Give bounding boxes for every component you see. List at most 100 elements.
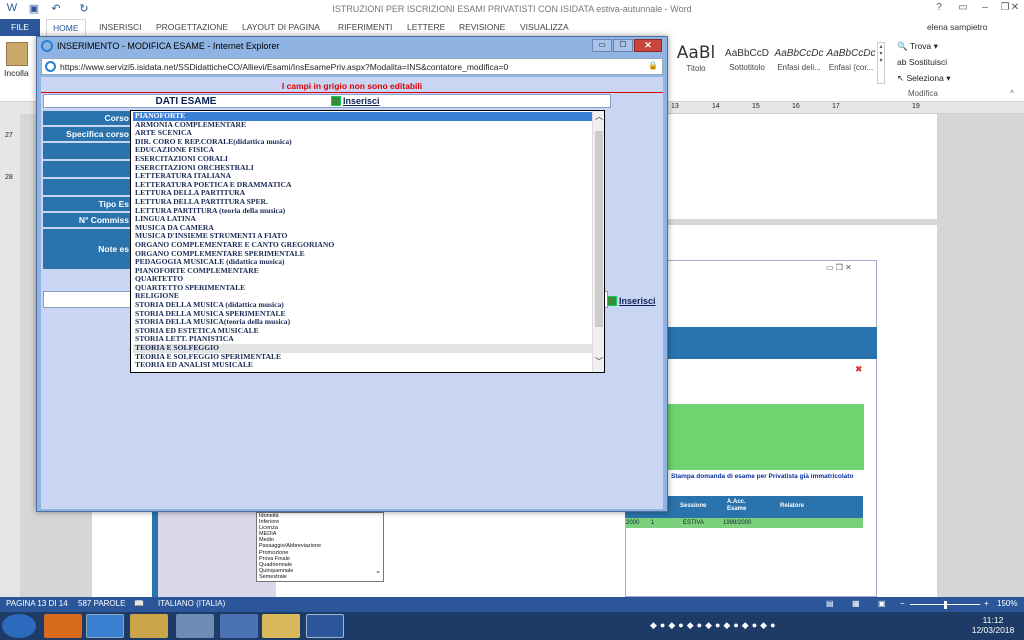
replace-label: Sostituisci [908,57,948,67]
tab-progettazione[interactable]: PROGETTAZIONE [156,22,228,32]
close-icon[interactable]: ✕ [1006,2,1024,16]
scroll-up-icon[interactable]: ︿ [595,113,603,121]
corso-dropdown-list[interactable]: PIANOFORTE ARMONIA COMPLEMENTARE ARTE SCEN… [130,110,605,373]
tab-lettere[interactable]: LETTERE [407,22,445,32]
lock-icon: 🔒 [648,61,658,70]
select-label: Seleziona [906,73,944,83]
style-titolo[interactable]: AaBl Titolo [672,42,720,86]
tab-file[interactable]: FILE [0,19,40,36]
chevron-down-icon: ⌄ [375,568,381,575]
clock-date: 12/03/2018 [971,625,1015,635]
language[interactable]: ITALIANO (ITALIA) [158,599,225,608]
ie-maximize-icon[interactable]: ☐ [613,39,633,52]
styles-scroll[interactable]: ▴ ▾ ▾ [877,42,885,84]
embedded-window-controls: ▭ ❐ ✕ [826,263,852,272]
group-modifica: Modifica [908,89,938,98]
find-button[interactable]: 🔍 Trova ▾ [897,41,938,52]
tab-layout[interactable]: LAYOUT DI PAGINA [242,22,320,32]
paste-label[interactable]: Incolla [4,68,29,78]
insert-label: Inserisci [343,96,380,106]
tab-visualizza[interactable]: VISUALIZZA [520,22,569,32]
replace-button[interactable]: ab Sostituisci [897,57,947,67]
tab-revisione[interactable]: REVISIONE [459,22,505,32]
tab-inserisci[interactable]: INSERISCI [99,22,142,32]
start-button[interactable] [2,614,36,638]
label-specifica-corso: Specifica corso [43,127,133,141]
replace-icon: ab [897,57,907,67]
style-sottotitolo[interactable]: AaBbCcD Sottotitolo [722,42,772,86]
select-icon: ↖ [897,73,905,83]
zoom-out-icon[interactable]: − [900,599,905,608]
tab-riferimenti[interactable]: RIFERIMENTI [338,22,392,32]
zoom-in-icon[interactable]: + [984,599,989,608]
minimize-icon[interactable]: – [974,2,996,16]
find-label: Trova [909,41,932,51]
collapse-ribbon-icon[interactable]: ^ [1010,89,1014,98]
print-layout-icon[interactable]: ▦ [852,599,860,608]
system-tray-icons[interactable]: ◆●◆●◆●◆●◆●◆●◆● [650,620,950,632]
ie-address-bar[interactable]: https://www.servizi5.isidata.net/SSDidat… [41,58,663,75]
folder-icon[interactable] [262,614,300,638]
non-editable-note: I campi in grigio non sono editabili [281,81,423,91]
embedded-list: Idoneità Inferiore Licenza MEDIA Medio P… [256,512,384,582]
embedded-list-item: Semestrale [259,573,287,580]
find-icon: 🔍 [897,41,908,51]
dropdown-option[interactable]: QUARTETTO SPERIMENTALE [133,283,593,293]
select-button[interactable]: ↖ Seleziona ▾ [897,73,950,84]
dropdown-option[interactable]: TEORIA ED ANALISI MUSICALE [133,361,593,370]
ribbon-options-icon[interactable]: ▭ [952,2,974,16]
read-mode-icon[interactable]: ▤ [826,599,834,608]
label-corso: Corso [43,111,133,125]
insert-button-bottom[interactable]: Inserisci [607,296,656,306]
ruler-mark: 16 [792,103,800,110]
web-layout-icon[interactable]: ▣ [878,599,886,608]
ie-url[interactable]: https://www.servizi5.isidata.net/SSDidat… [60,62,508,72]
dropdown-option[interactable]: LETTURA PARTITURA (teoria della musica) [133,206,593,216]
dati-esame-title: DATI ESAME [155,96,217,107]
word-taskbar-icon[interactable] [306,614,344,638]
proofing-icon[interactable]: 📖 [134,599,144,608]
ie-minimize-icon[interactable]: ▭ [592,39,612,52]
word-title-bar: W ▣ ↶ ↻ ISTRUZIONI PER ISCRIZIONI ESAMI … [0,0,1024,19]
help-icon[interactable]: ? [928,2,950,16]
label-blank [43,143,133,159]
embedded-cell: 1999/2000 [723,520,752,526]
label-n-commissione: N° Commiss [43,213,133,227]
status-bar: PAGINA 13 DI 14 587 PAROLE 📖 ITALIANO (I… [0,597,1024,612]
insert-button[interactable]: Inserisci [331,96,380,106]
label-tipo-esame: Tipo Es [43,197,133,211]
insert-icon [331,96,341,106]
insert-icon [607,296,617,306]
style-enfasi-delicata[interactable]: AaBbCcDc Enfasi deli... [774,42,824,86]
user-name[interactable]: elena sampietro [927,22,987,32]
embedded-close-icon: ✖ [855,364,863,374]
media-player-icon[interactable] [44,614,82,638]
style-enfasi-corsivo[interactable]: AaBbCcDc Enfasi (cor... [826,42,876,86]
network-app-icon[interactable] [220,614,258,638]
clock[interactable]: 11:12 12/03/2018 [968,615,1018,635]
zoom-level[interactable]: 150% [997,599,1017,608]
paste-icon[interactable] [6,42,28,66]
ie-close-icon[interactable]: ✕ [634,39,662,52]
dropdown-option[interactable]: ARMONIA COMPLEMENTARE [133,120,593,130]
embedded-table-row: 2000 1 ESTIVA 1999/2000 [625,518,863,528]
embedded-cell: 1 [651,520,655,526]
zoom-slider-thumb[interactable] [944,601,947,609]
ie-title-bar[interactable]: INSERIMENTO - MODIFICA ESAME - Internet … [37,37,667,57]
scrollbar-thumb[interactable] [595,131,603,327]
internet-explorer-icon[interactable] [86,614,124,638]
word-count[interactable]: 587 PAROLE [78,599,125,608]
horizontal-ruler: 13 14 15 16 17 19 [666,102,1024,114]
tab-home[interactable]: HOME [46,19,86,36]
file-explorer-icon[interactable] [130,614,168,638]
app-icon[interactable] [176,614,214,638]
insert-label: Inserisci [619,296,656,306]
page-count[interactable]: PAGINA 13 DI 14 [6,599,68,608]
dropdown-scrollbar[interactable]: ︿ ﹀ [592,111,604,372]
ruler-mark: 27 [5,132,13,139]
dropdown-option[interactable]: PIANOFORTE COMPLEMENTARE [133,266,593,276]
ruler-mark: 19 [912,103,920,110]
embedded-col-header: Relatore [780,503,805,509]
label-note-esame: Note es [43,229,133,269]
scroll-down-icon[interactable]: ﹀ [595,358,603,366]
